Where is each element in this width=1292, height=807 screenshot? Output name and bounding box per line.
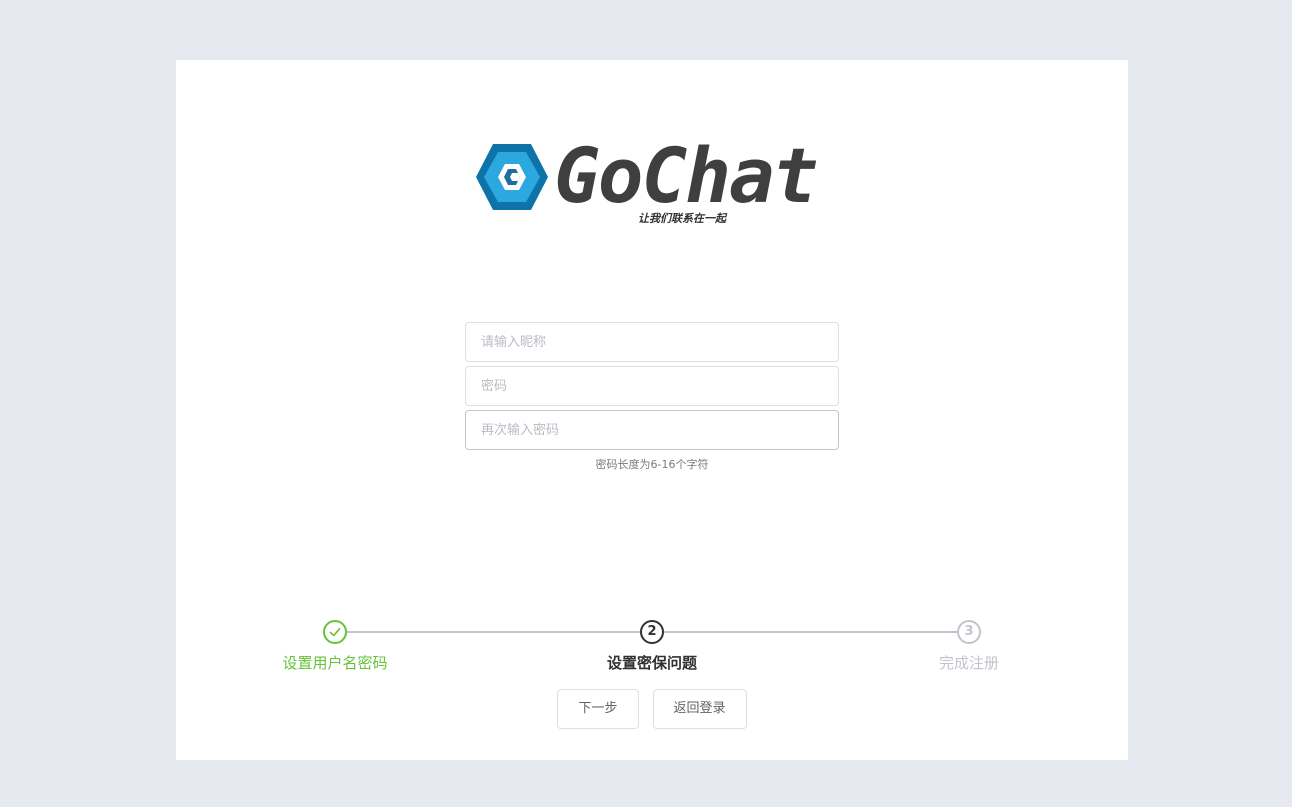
gochat-logo: GoChat 让我们联系在一起 <box>474 136 819 232</box>
action-buttons: 下一步 返回登录 <box>176 689 1128 729</box>
nickname-input[interactable] <box>465 322 839 362</box>
hexagon-logo-icon <box>476 144 548 210</box>
register-form: 密码长度为6-16个字符 <box>465 322 839 472</box>
password-input[interactable] <box>465 366 839 406</box>
step-2-number: 2 <box>640 620 664 644</box>
logo-wordmark: GoChat <box>554 131 819 220</box>
registration-steps: 设置用户名密码 2 设置密保问题 3 完成注册 <box>176 620 1128 680</box>
step-1: 设置用户名密码 <box>235 620 435 673</box>
next-step-button[interactable]: 下一步 <box>557 689 639 729</box>
password-length-hint: 密码长度为6-16个字符 <box>595 458 709 471</box>
confirm-password-input[interactable] <box>465 410 839 450</box>
step-3-title: 完成注册 <box>938 654 999 672</box>
step-2-title: 设置密保问题 <box>606 654 697 672</box>
step-3-number: 3 <box>957 620 981 644</box>
step-2: 2 设置密保问题 <box>552 620 752 673</box>
logo-slogan: 让我们联系在一起 <box>638 212 726 225</box>
step-3: 3 完成注册 <box>869 620 1069 673</box>
check-icon <box>323 620 347 644</box>
back-to-login-button[interactable]: 返回登录 <box>652 689 747 729</box>
register-card: GoChat 让我们联系在一起 密码长度为6-16个字符 设置用户名密码 2 设… <box>176 60 1128 760</box>
step-1-title: 设置用户名密码 <box>282 654 388 672</box>
